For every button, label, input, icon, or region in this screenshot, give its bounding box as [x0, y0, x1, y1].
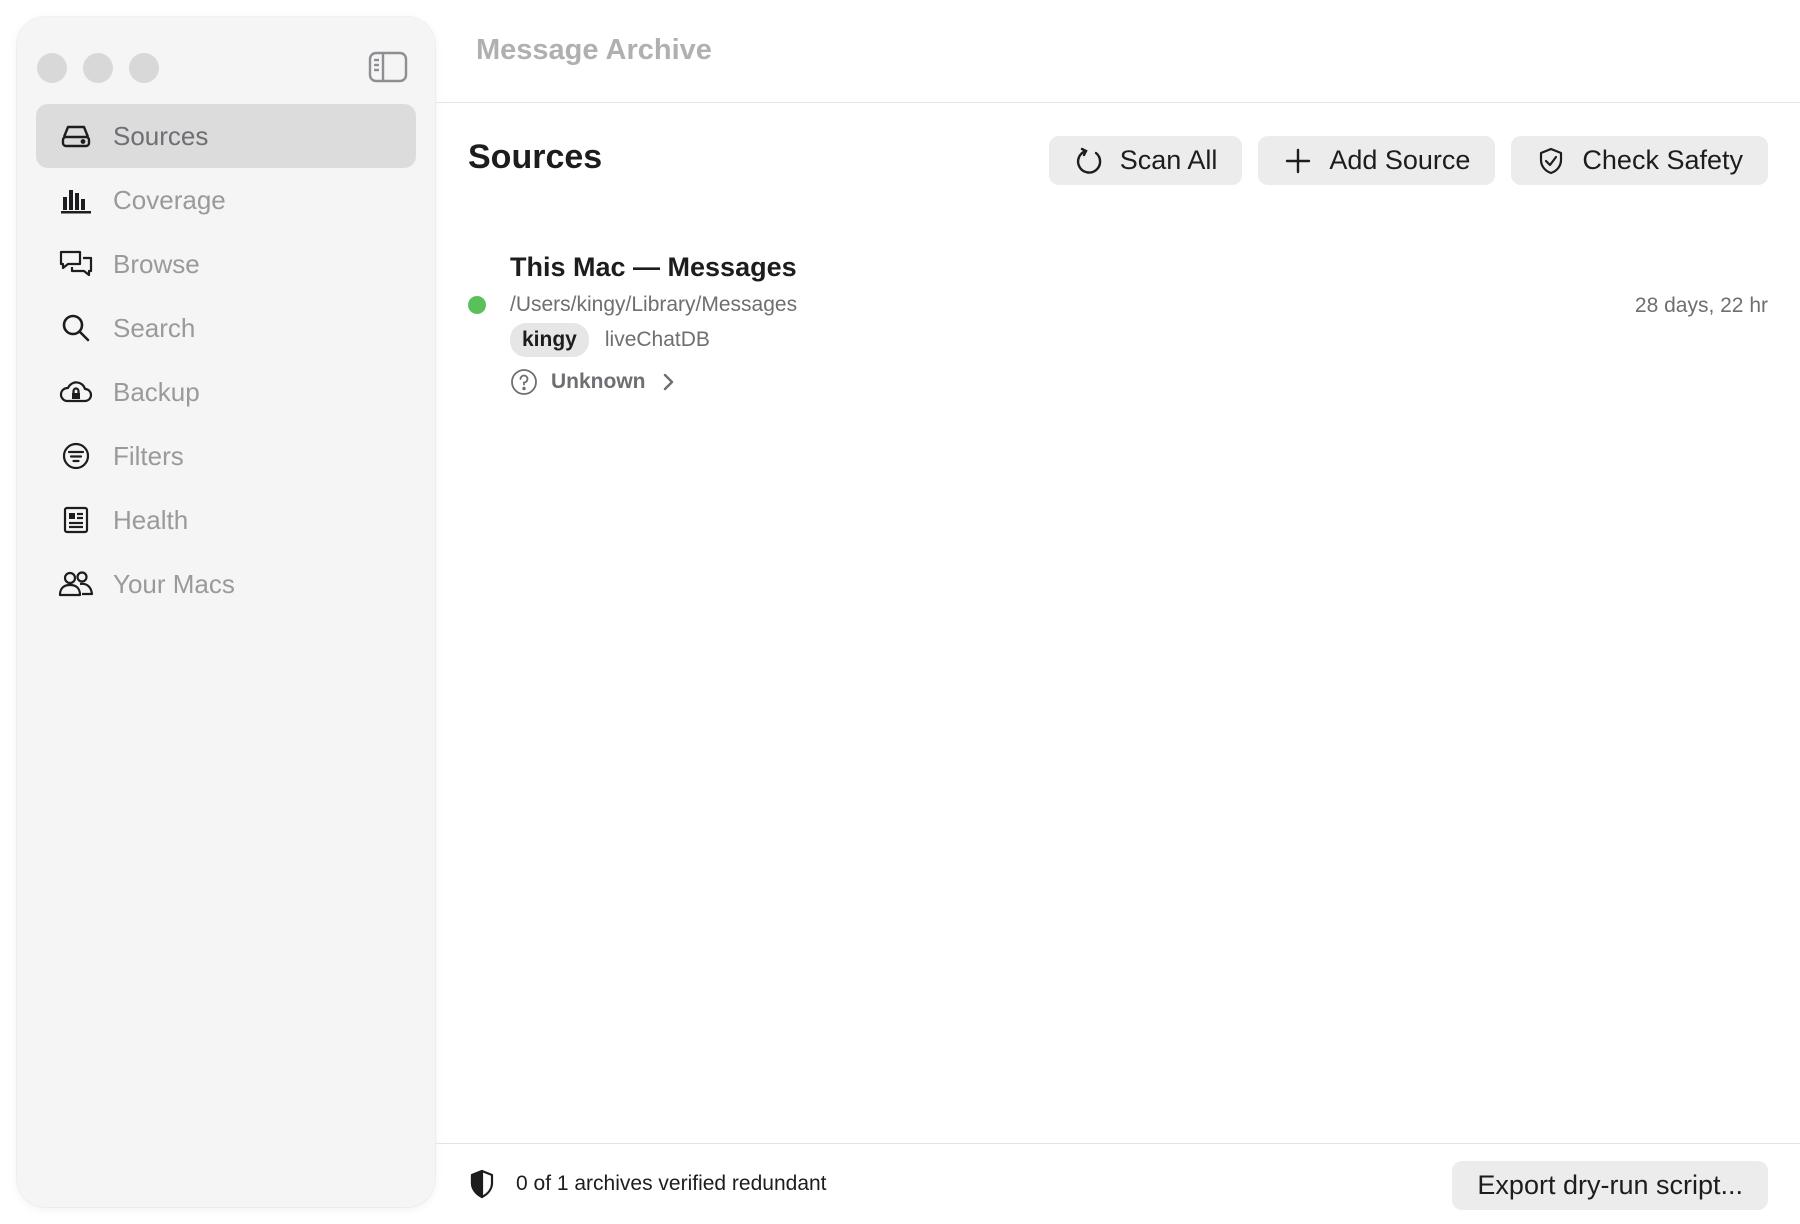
sidebar-item-health[interactable]: Health: [36, 488, 416, 552]
sidebar-toggle-icon[interactable]: [368, 50, 408, 84]
add-source-button[interactable]: Add Source: [1258, 136, 1496, 185]
check-safety-label: Check Safety: [1582, 145, 1743, 175]
sidebar-item-filters[interactable]: Filters: [36, 424, 416, 488]
sidebar-item-label: Sources: [113, 120, 209, 151]
source-title: This Mac — Messages: [510, 252, 797, 282]
db-tag: liveChatDB: [604, 328, 710, 351]
footer-bar: 0 of 1 archives verified redundant Expor…: [436, 1143, 1800, 1224]
sidebar-item-backup[interactable]: Backup: [36, 360, 416, 424]
source-tags: kingy liveChatDB: [510, 323, 710, 357]
zoom-window-button[interactable]: [129, 53, 159, 83]
source-status-disclosure[interactable]: Unknown: [510, 368, 679, 396]
export-dry-run-button[interactable]: Export dry-run script...: [1452, 1161, 1768, 1210]
chat-bubbles-icon: [56, 244, 96, 284]
shield-half-icon: [470, 1169, 494, 1199]
page-title: Sources: [468, 138, 603, 176]
check-safety-button[interactable]: Check Safety: [1511, 136, 1768, 185]
close-window-button[interactable]: [37, 53, 67, 83]
sidebar-item-label: Search: [113, 312, 196, 343]
drive-icon: [56, 116, 96, 156]
shield-check-icon: [1540, 147, 1563, 174]
minimize-window-button[interactable]: [83, 53, 113, 83]
scan-all-button[interactable]: Scan All: [1048, 136, 1243, 185]
source-row[interactable]: This Mac — Messages /Users/kingy/Library…: [468, 252, 1768, 402]
question-circle-icon: [511, 369, 537, 395]
sidebar-item-sources[interactable]: Sources: [36, 104, 416, 168]
title-bar: Message Archive: [436, 0, 1800, 103]
bar-chart-icon: [56, 180, 96, 220]
add-source-label: Add Source: [1329, 145, 1471, 175]
health-card-icon: [56, 500, 96, 540]
people-icon: [56, 564, 96, 604]
user-tag: kingy: [510, 323, 589, 357]
sidebar-item-your-macs[interactable]: Your Macs: [36, 552, 416, 616]
refresh-icon: [1076, 147, 1102, 174]
source-path: /Users/kingy/Library/Messages: [510, 293, 798, 316]
search-icon: [56, 308, 96, 348]
sidebar-nav: Sources Coverage Browse Search Backup Fi…: [36, 104, 416, 616]
window-title: Message Archive: [476, 34, 712, 66]
cloud-lock-icon: [56, 372, 96, 412]
sidebar-item-label: Browse: [113, 248, 200, 279]
redundancy-summary: 0 of 1 archives verified redundant: [516, 1172, 827, 1195]
filter-icon: [56, 436, 96, 476]
plus-icon: [1286, 148, 1311, 173]
source-status: Unknown: [551, 370, 646, 393]
sidebar-item-search[interactable]: Search: [36, 296, 416, 360]
sidebar-item-label: Health: [113, 504, 189, 535]
window-controls: [37, 53, 159, 83]
sidebar-item-coverage[interactable]: Coverage: [36, 168, 416, 232]
source-age: 28 days, 22 hr: [1634, 294, 1768, 317]
chevron-right-icon: [663, 373, 673, 391]
sidebar-item-label: Your Macs: [113, 568, 235, 599]
scan-all-label: Scan All: [1119, 145, 1218, 175]
sidebar-item-label: Backup: [113, 376, 200, 407]
sidebar-item-label: Filters: [113, 440, 184, 471]
sidebar: Sources Coverage Browse Search Backup Fi…: [17, 17, 435, 1207]
sidebar-item-browse[interactable]: Browse: [36, 232, 416, 296]
status-dot: [468, 296, 486, 314]
toolbar: Scan All Add Source Check Safety: [1048, 136, 1768, 185]
sidebar-item-label: Coverage: [113, 184, 226, 215]
